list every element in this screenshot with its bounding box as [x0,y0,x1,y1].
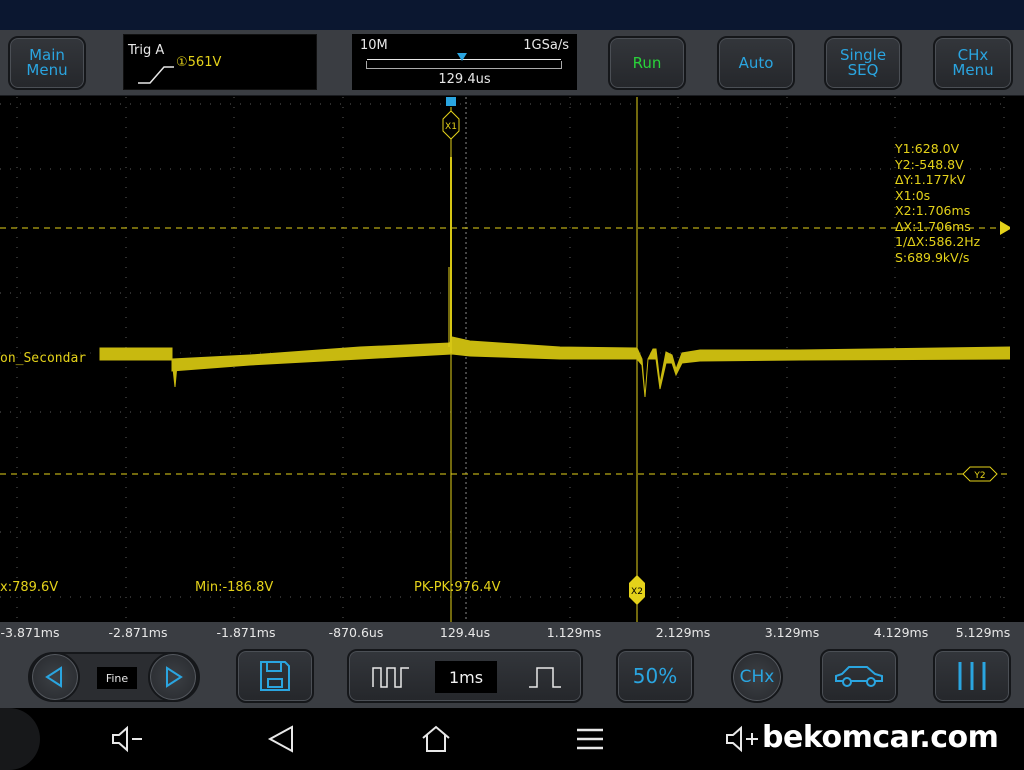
home-icon[interactable] [420,724,452,754]
readout-line: X2:1.706ms [895,203,971,218]
volume-up-icon[interactable] [724,724,764,754]
volume-down-icon[interactable] [110,724,146,754]
readout-line: Y2:-548.8V [895,156,964,172]
time-tick: -870.6us [328,625,384,640]
trigger-label: Trig A [128,43,165,58]
recents-icon[interactable] [574,724,606,754]
fifty-percent-button[interactable]: 50% [616,649,694,703]
chx-button[interactable]: CHx [731,651,783,703]
zoom-out-pulse-icon[interactable] [525,665,565,689]
watermark-text: bekomcar.com [762,720,999,755]
cursor-x1-tag[interactable]: X1 [442,110,460,140]
cursor-x2-tag[interactable]: X2 [629,575,645,605]
next-button[interactable] [148,652,198,702]
time-tick: -1.871ms [216,625,276,640]
chx-menu-button[interactable]: CHx Menu [933,36,1013,90]
chevron-right-icon [166,666,183,688]
chevron-left-icon [45,666,62,688]
fifty-percent-label: 50% [632,664,678,688]
timebase-value: 1ms [435,661,497,693]
system-navigation-bar: bekomcar.com [0,708,1024,770]
time-tick: 3.129ms [764,625,820,640]
channel-label[interactable]: on_Secondar [0,351,86,366]
nav-edge [0,708,40,770]
chx-label: CHx [739,667,775,687]
waveform-grid: X1 X2 Y2 [0,97,1010,622]
time-tick: 129.4us [439,625,491,640]
measurement-max: x:789.6V [0,580,59,595]
readout-line: ΔY:1.177kV [895,172,966,187]
fine-label[interactable]: Fine [97,667,137,689]
save-icon [260,661,290,691]
menu-button[interactable] [933,649,1011,703]
readout-line: Y1:628.0V [895,141,960,156]
measurement-pkpk: PK-PK:976.4V [414,580,501,595]
y1-arrow-icon [1000,221,1010,235]
save-button[interactable] [236,649,314,703]
trigger-position-marker [457,53,467,61]
waveform-trace [99,157,1010,398]
time-position-slider[interactable] [366,53,562,69]
single-seq-label: Single SEQ [839,46,887,79]
y2-tag-label: Y2 [973,471,985,481]
timebase-control: 1ms [347,649,583,703]
timebase-panel[interactable]: 10M 1GSa/s 129.4us [352,34,577,90]
x1-tag-label: X1 [445,122,457,132]
system-status-bar [0,0,1024,30]
zoom-in-pulse-icon[interactable] [371,665,411,689]
readout-line: 1/ΔX:586.2Hz [895,234,981,249]
bottom-control-bar: Fine 1ms 50% CHx [0,644,1024,708]
run-button[interactable]: Run [608,36,686,90]
run-label: Run [632,53,662,72]
time-tick: 1.129ms [546,625,602,640]
memory-depth: 10M [360,38,388,53]
auto-button[interactable]: Auto [717,36,795,90]
previous-button[interactable] [30,652,80,702]
time-tick: -3.871ms [0,625,60,640]
time-position: 129.4us [438,72,491,87]
time-tick: -2.871ms [108,625,168,640]
chx-menu-label: CHx Menu [952,46,994,79]
time-tick: 5.129ms [955,625,1011,640]
trigger-marker-icon [446,97,456,106]
trigger-level: ①561V [176,55,222,70]
readout-line: S:689.9kV/s [895,249,970,265]
main-menu-button[interactable]: Main Menu [8,36,86,90]
waveform-display[interactable]: X1 X2 Y2 on_Secondar Y1:628.0V Y2:-548.8… [0,97,1010,622]
menu-lines-icon [958,662,986,690]
time-tick: 2.129ms [655,625,711,640]
rising-edge-icon [138,66,174,84]
readout-line: ΔX:1.706ms [895,218,971,234]
readout-line: X1:0s [895,187,931,203]
trigger-panel[interactable]: Trig A ①561V [123,34,317,90]
measurement-min: Min:-186.8V [195,580,274,595]
sample-rate: 1GSa/s [523,38,569,53]
auto-label: Auto [738,53,774,72]
main-menu-label: Main Menu [26,46,68,79]
time-axis: -3.871ms -2.871ms -1.871ms -870.6us 129.… [0,622,1024,644]
cursor-readout: Y1:628.0V Y2:-548.8V ΔY:1.177kV X1:0s X2… [895,141,980,265]
single-seq-button[interactable]: Single SEQ [824,36,902,90]
time-tick: 4.129ms [873,625,929,640]
vehicle-button[interactable] [820,649,898,703]
back-icon[interactable] [266,724,298,754]
cursor-y2-tag[interactable]: Y2 [962,466,998,482]
car-icon [835,666,883,687]
x2-tag-label: X2 [631,587,643,597]
top-control-bar: Main Menu Trig A ①561V 10M 1GSa/s 129.4u… [0,30,1024,96]
